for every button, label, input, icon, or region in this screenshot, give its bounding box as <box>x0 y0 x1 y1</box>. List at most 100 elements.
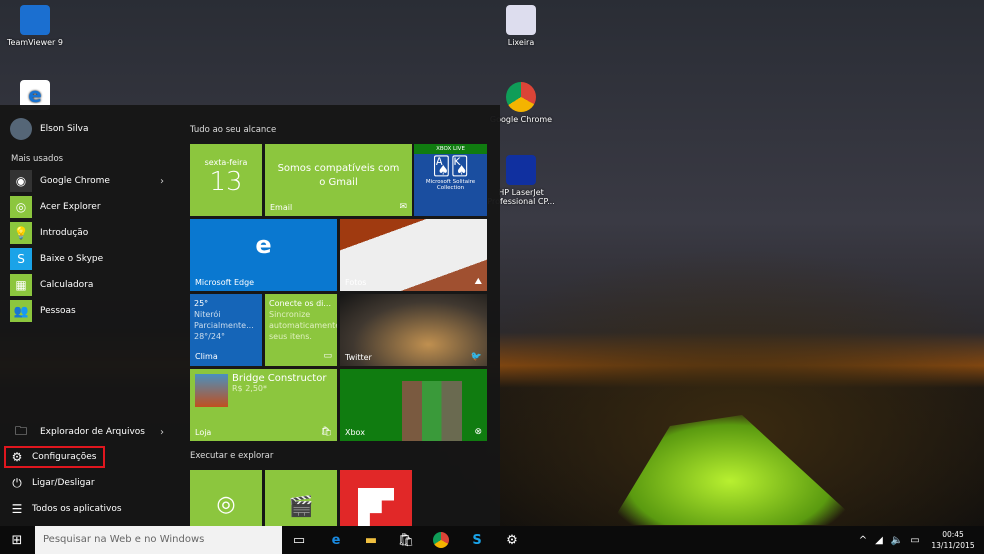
globe-icon: ◎ <box>10 196 32 218</box>
taskbar-skype[interactable]: S <box>466 530 488 550</box>
list-icon: ☰ <box>11 502 23 516</box>
volume-icon: 🔈 <box>890 534 904 546</box>
start-left-column: Elson Silva Mais usados ◉ Google Chrome › … <box>0 105 178 526</box>
xbox-icon: ⊗ <box>474 427 482 437</box>
recycle-bin-icon <box>506 5 536 35</box>
app-google-chrome[interactable]: ◉ Google Chrome › <box>10 170 170 192</box>
twitter-icon: 🐦 <box>470 352 482 362</box>
gear-icon: ⚙ <box>506 532 518 548</box>
tile-label: Microsoft Edge <box>195 278 255 287</box>
app-pessoas[interactable]: 👥 Pessoas <box>10 300 170 322</box>
devices-icon: ▭ <box>323 351 332 361</box>
tile-groove-music[interactable]: ◎ <box>190 470 262 526</box>
teamviewer-icon <box>20 5 50 35</box>
tile-label: Microsoft Solitaire Collection <box>425 179 476 191</box>
user-account[interactable]: Elson Silva <box>10 118 170 140</box>
skype-icon: S <box>10 248 32 270</box>
group-heading-2: Executar e explorar <box>190 451 274 461</box>
taskbar-file-explorer[interactable]: ▬ <box>360 530 382 550</box>
file-explorer[interactable]: 🗀 Explorador de Arquivos › <box>10 421 170 443</box>
tile-xbox[interactable]: Xbox ⊗ <box>340 369 487 441</box>
windows-icon: ⊞ <box>11 532 23 548</box>
app-label: Google Chrome <box>40 176 110 186</box>
item-label: Ligar/Desligar <box>32 478 95 488</box>
avatar <box>10 118 32 140</box>
calculator-icon: ▦ <box>10 274 32 296</box>
power-icon: ⏻ <box>12 475 22 490</box>
most-used-heading: Mais usados <box>11 154 64 164</box>
clapperboard-icon: 🎬 <box>288 494 314 518</box>
store-icon: 🛍 <box>320 427 332 437</box>
taskbar-chrome[interactable] <box>430 530 452 550</box>
store-icon: 🛍 <box>397 532 415 548</box>
tile-label: Fotos <box>345 278 367 287</box>
tile-label: Twitter <box>345 353 372 362</box>
mail-icon: ✉ <box>399 202 407 212</box>
folder-icon: ▬ <box>364 532 378 548</box>
icon-label: Lixeira <box>507 38 535 47</box>
app-calculadora[interactable]: ▦ Calculadora <box>10 274 170 296</box>
chevron-right-icon[interactable]: › <box>160 427 164 438</box>
weather-city: Niterói <box>194 310 221 319</box>
item-label: Configurações <box>32 452 97 462</box>
tile-movies[interactable]: 🎬 <box>265 470 337 526</box>
tile-calendar[interactable]: sexta-feira 13 <box>190 144 262 216</box>
tile-edge[interactable]: e Microsoft Edge <box>190 219 337 291</box>
desktop-icon-teamviewer[interactable]: TeamViewer 9 <box>0 5 70 47</box>
all-apps-item[interactable]: ☰ Todos os aplicativos <box>10 498 170 520</box>
network-icon: ◢ <box>875 534 883 546</box>
xbox-live-badge: XBOX LIVE <box>414 144 487 154</box>
power-item[interactable]: ⏻ Ligar/Desligar <box>10 472 170 494</box>
tile-connect[interactable]: Conecte os di... Sincronize automaticamen… <box>265 294 337 366</box>
weather-temp: 25° <box>194 299 209 308</box>
tile-email[interactable]: Somos compatíveis com o Gmail Email ✉ <box>265 144 412 216</box>
task-view-button[interactable]: ▭ <box>288 530 310 550</box>
tile-store[interactable]: Bridge Constructor R$ 2,50* Loja 🛍 <box>190 369 337 441</box>
skype-icon: S <box>472 532 482 548</box>
chrome-icon <box>433 532 449 548</box>
taskbar-store[interactable]: 🛍 <box>395 530 417 550</box>
taskbar-edge[interactable]: e <box>325 530 347 550</box>
bridge-constructor-image <box>195 374 228 407</box>
store-app-name: Bridge Constructor <box>232 373 327 384</box>
app-label: Calculadora <box>40 280 94 290</box>
weather-condition: Parcialmente... <box>194 321 254 330</box>
wallpaper-tent <box>610 415 850 525</box>
search-box[interactable]: Pesquisar na Web e no Windows <box>35 526 282 554</box>
photos-icon: ⛰ <box>474 277 482 287</box>
tile-label: Loja <box>195 428 212 437</box>
connect-text: Sincronize automaticamente seus itens. <box>269 310 337 341</box>
app-skype[interactable]: S Baixe o Skype <box>10 248 170 270</box>
search-placeholder: Pesquisar na Web e no Windows <box>43 534 205 545</box>
calendar-date: 13 <box>209 167 243 197</box>
chevron-right-icon[interactable]: › <box>160 176 164 187</box>
tile-solitaire[interactable]: XBOX LIVE 🂡🂮 Microsoft Solitaire Collectio… <box>414 144 487 216</box>
tile-weather[interactable]: 25° Niterói Parcialmente... 28°/24° Clima <box>190 294 262 366</box>
clock[interactable]: 00:45 13/11/2015 <box>928 529 978 551</box>
desktop-icon-recycle-bin[interactable]: Lixeira <box>486 5 556 47</box>
taskbar: ⊞ Pesquisar na Web e no Windows ▭ e ▬ 🛍 … <box>0 526 984 554</box>
tile-photos[interactable]: Fotos ⛰ <box>340 219 487 291</box>
taskbar-settings[interactable]: ⚙ <box>501 530 523 550</box>
people-icon: 👥 <box>10 300 32 322</box>
group-heading-1: Tudo ao seu alcance <box>190 125 277 135</box>
tile-twitter[interactable]: Twitter 🐦 <box>340 294 487 366</box>
email-message: Somos compatíveis com o Gmail <box>277 163 400 188</box>
tile-flipboard[interactable] <box>340 470 412 526</box>
app-acer-explorer[interactable]: ◎ Acer Explorer <box>10 196 170 218</box>
app-introducao[interactable]: 💡 Introdução <box>10 222 170 244</box>
start-button[interactable]: ⊞ <box>6 530 28 550</box>
clock-time: 00:45 <box>942 530 964 539</box>
weather-range: 28°/24° <box>194 332 226 341</box>
item-label: Todos os aplicativos <box>32 504 122 514</box>
user-name: Elson Silva <box>40 124 89 134</box>
folder-icon: 🗀 <box>14 423 27 438</box>
app-label: Pessoas <box>40 306 76 316</box>
connect-title: Conecte os di... <box>269 299 332 308</box>
tile-label: Email <box>270 203 293 212</box>
tile-label: Clima <box>195 352 218 361</box>
chevron-up-icon: ^ <box>858 534 868 546</box>
settings-item[interactable]: ⚙ Configurações <box>4 446 105 468</box>
start-menu: Elson Silva Mais usados ◉ Google Chrome › … <box>0 105 500 526</box>
action-center[interactable]: ▭ <box>904 530 926 550</box>
